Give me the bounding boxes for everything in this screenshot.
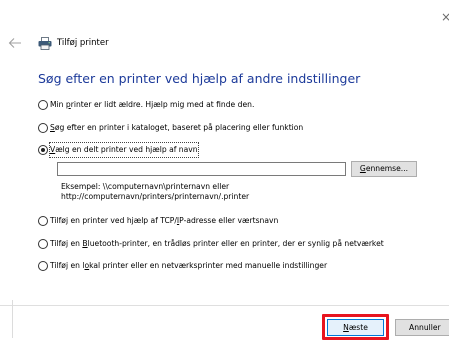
radio-older-printer[interactable] [38, 100, 48, 110]
option-tcp-ip-label: Tilføj en printer ved hjælp af TCP/IP-ad… [50, 216, 279, 225]
printer-icon [38, 37, 52, 50]
cancel-button[interactable]: Annuller [395, 319, 449, 336]
option-older-printer[interactable]: Min printer er lidt ældre. Hjælp mig med… [38, 98, 254, 112]
option-search-directory[interactable]: Søg efter en printer i kataloget, basere… [38, 121, 303, 135]
option-shared-printer-by-name-label: Vælg en delt printer ved hjælp af navn [49, 142, 199, 158]
option-bluetooth-wireless-label: Tilføj en Bluetooth-printer, en trådløs … [50, 239, 384, 248]
option-tcp-ip[interactable]: Tilføj en printer ved hjælp af TCP/IP-ad… [38, 214, 278, 228]
radio-bluetooth-wireless[interactable] [38, 239, 48, 249]
option-shared-printer-by-name[interactable]: Vælg en delt printer ved hjælp af navn [38, 142, 199, 158]
next-button[interactable]: Næste [327, 319, 384, 336]
option-bluetooth-wireless[interactable]: Tilføj en Bluetooth-printer, en trådløs … [38, 237, 384, 251]
footer-divider [0, 305, 449, 306]
browse-button[interactable]: Gennemse... [351, 161, 417, 177]
option-search-directory-label: Søg efter en printer i kataloget, basere… [50, 123, 304, 132]
back-arrow-icon[interactable] [8, 37, 22, 49]
radio-local-network-manual[interactable] [38, 261, 48, 271]
option-local-network-manual[interactable]: Tilføj en lokal printer eller en netværk… [38, 259, 327, 273]
option-older-printer-label: Min printer er lidt ældre. Hjælp mig med… [50, 100, 255, 109]
radio-search-directory[interactable] [38, 123, 48, 133]
option-local-network-manual-label: Tilføj en lokal printer eller en netværk… [50, 261, 328, 270]
radio-shared-printer-by-name[interactable] [38, 145, 48, 155]
close-icon[interactable]: × [441, 10, 449, 24]
radio-tcp-ip[interactable] [38, 216, 48, 226]
window-title: Tilføj printer [57, 38, 109, 48]
example-line-1: Eksempel: \\computernavn\printernavn ell… [61, 182, 230, 191]
window-left-border [12, 300, 13, 338]
example-text: Eksempel: \\computernavn\printernavn ell… [61, 182, 249, 202]
printer-name-input[interactable] [57, 162, 346, 176]
example-line-2: http://computernavn/printers/printernavn… [61, 192, 250, 201]
page-heading: Søg efter en printer ved hjælp af andre … [38, 71, 361, 86]
